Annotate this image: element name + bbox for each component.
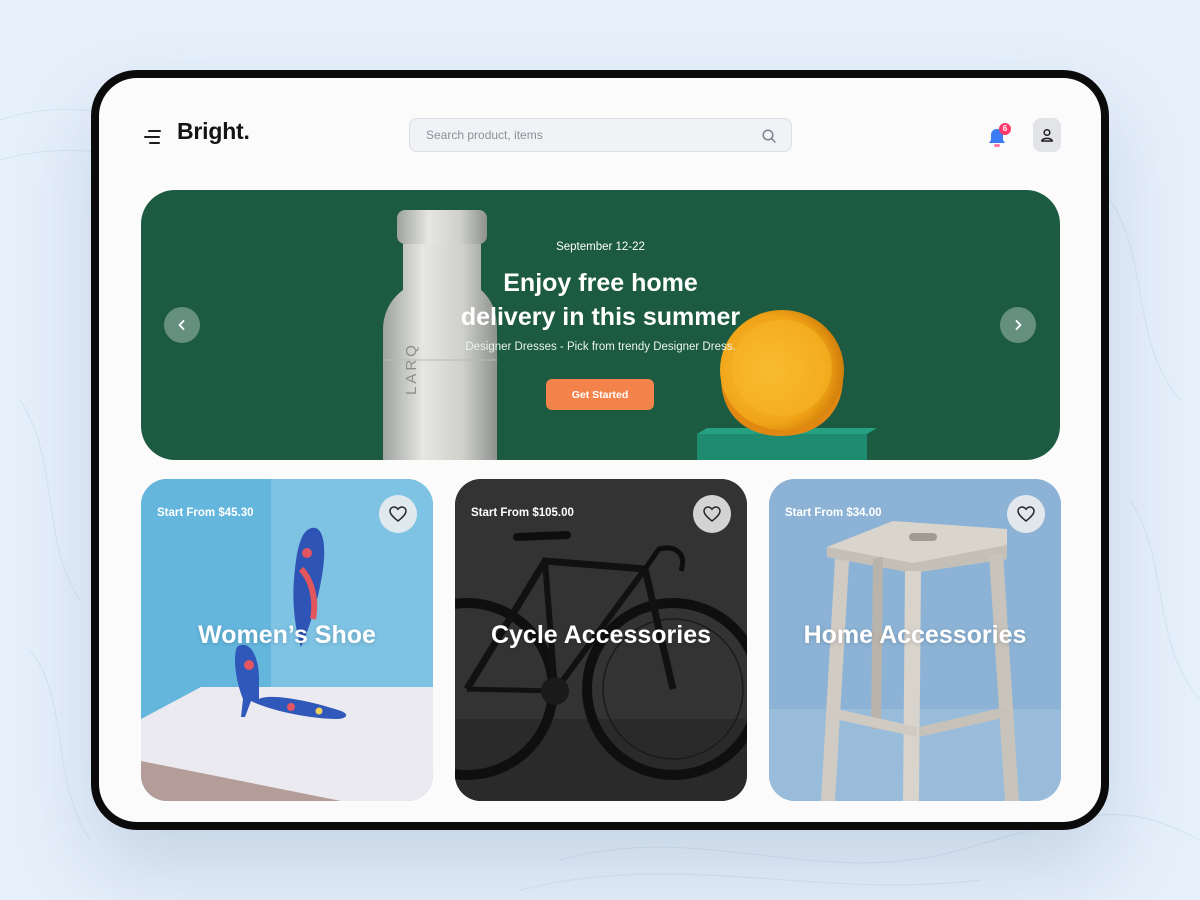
category-card-cycle-accessories[interactable]: Start From $105.00 Cycle Accessories [455,479,747,801]
logo: Bright. [177,118,250,144]
favorite-button[interactable] [693,495,731,533]
app-screen: Bright. 6 [99,78,1101,822]
menu-icon[interactable] [144,127,168,147]
card-title: Cycle Accessories [490,621,712,649]
hero-title-line1: Enjoy free home [503,269,698,297]
hero-subtitle: Designer Dresses - Pick from trendy Desi… [465,341,736,353]
hero-title: Enjoy free home delivery in this summer [141,266,1060,334]
chevron-right-icon [1015,320,1022,330]
card-price: Start From $45.30 [157,507,254,519]
favorite-button[interactable] [379,495,417,533]
notification-badge: 6 [999,123,1011,135]
carousel-prev-button[interactable] [164,307,200,343]
search-icon[interactable] [761,128,777,144]
card-price: Start From $34.00 [785,507,882,519]
tablet-frame: Bright. 6 [91,70,1109,830]
card-title: Home Accessories [803,621,1027,649]
user-icon [1041,128,1053,142]
chevron-left-icon [178,320,185,330]
user-profile-button[interactable] [1033,118,1061,152]
heart-icon [389,506,407,522]
hero-banner: LARQ September 12-22 Enjoy free home del… [141,190,1060,460]
card-price: Start From $105.00 [471,507,574,519]
search-input[interactable] [410,119,791,151]
get-started-button[interactable]: Get Started [546,379,654,410]
heart-icon [703,506,721,522]
heart-icon [1017,506,1035,522]
card-title: Women’s Shoe [198,621,376,649]
carousel-next-button[interactable] [1000,307,1036,343]
search-bar [409,118,792,152]
favorite-button[interactable] [1007,495,1045,533]
hero-date: September 12-22 [556,241,645,253]
hero-title-line2: delivery in this summer [460,303,741,331]
category-card-home-accessories[interactable]: Start From $34.00 Home Accessories [769,479,1061,801]
category-card-womens-shoe[interactable]: Start From $45.30 Women’s Shoe [141,479,433,801]
